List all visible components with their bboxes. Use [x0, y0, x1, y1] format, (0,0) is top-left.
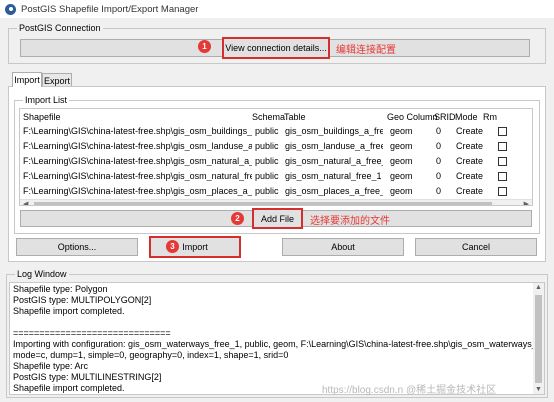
mode-cell: Create	[456, 171, 484, 181]
log-line: Shapefile type: Arc	[13, 361, 89, 371]
table-cell: gis_osm_natural_a_free_1	[285, 156, 383, 166]
schema-cell: public	[255, 186, 279, 196]
log-line: ==============================	[13, 328, 171, 338]
postgis-app-icon	[5, 3, 16, 15]
table-row[interactable]: F:\Learning\GIS\china-latest-free.shp\gi…	[20, 139, 532, 154]
column-header-table[interactable]: Table	[284, 112, 306, 122]
remove-checkbox[interactable]	[498, 157, 507, 166]
import-list-table: Shapefile Schema Table Geo Column SRID M…	[19, 108, 533, 206]
remove-checkbox[interactable]	[498, 142, 507, 151]
scroll-thumb[interactable]	[34, 202, 492, 205]
table-row[interactable]: F:\Learning\GIS\china-latest-free.shp\gi…	[20, 169, 532, 184]
mode-cell: Create	[456, 186, 484, 196]
options-button[interactable]: Options...	[16, 238, 138, 256]
log-text-area[interactable]: Shapefile type: Polygon PostGIS type: MU…	[9, 282, 545, 395]
geo-column-cell: geom	[390, 141, 413, 151]
log-line: PostGIS type: MULTIPOLYGON[2]	[13, 295, 152, 305]
column-header-rm[interactable]: Rm	[483, 112, 497, 122]
geo-column-cell: geom	[390, 186, 413, 196]
import-button[interactable]: Import	[149, 236, 241, 258]
log-line: Importing with configuration: gis_osm_wa…	[13, 339, 545, 349]
schema-cell: public	[255, 156, 279, 166]
schema-cell: public	[255, 141, 279, 151]
import-list-group-title: Import List	[23, 95, 70, 106]
log-window-group-title: Log Window	[15, 269, 69, 280]
log-scroll-thumb[interactable]	[535, 295, 542, 383]
remove-checkbox[interactable]	[498, 172, 507, 181]
table-cell: gis_osm_buildings_a_free_1	[285, 126, 383, 136]
remove-checkbox[interactable]	[498, 127, 507, 136]
shapefile-cell: F:\Learning\GIS\china-latest-free.shp\gi…	[23, 126, 252, 136]
window-title: PostGIS Shapefile Import/Export Manager	[21, 3, 199, 15]
tab-import[interactable]: Import	[12, 72, 42, 87]
scroll-down-icon[interactable]: ▼	[535, 386, 542, 393]
step-3-badge: 3	[166, 240, 179, 253]
srid-cell: 0	[436, 156, 442, 166]
connection-group-title: PostGIS Connection	[17, 23, 103, 34]
column-header-geo-column[interactable]: Geo Column	[387, 112, 438, 122]
log-vertical-scrollbar[interactable]: ▲ ▼	[533, 283, 544, 394]
column-header-schema[interactable]: Schema	[252, 112, 285, 122]
shapefile-cell: F:\Learning\GIS\china-latest-free.shp\gi…	[23, 141, 252, 151]
column-header-shapefile[interactable]: Shapefile	[23, 112, 61, 122]
add-file-annotation: 选择要添加的文件	[310, 216, 390, 227]
srid-cell: 0	[436, 186, 442, 196]
table-row[interactable]: F:\Learning\GIS\china-latest-free.shp\gi…	[20, 124, 532, 139]
scroll-right-icon[interactable]: ▶	[524, 200, 529, 205]
horizontal-scrollbar[interactable]: ◀ ▶	[20, 199, 532, 205]
cancel-button[interactable]: Cancel	[415, 238, 537, 256]
tab-export[interactable]: Export	[42, 73, 72, 87]
step-1-badge: 1	[198, 40, 211, 53]
table-cell: gis_osm_landuse_a_free_1	[285, 141, 383, 151]
title-bar: PostGIS Shapefile Import/Export Manager	[0, 0, 554, 18]
add-file-button[interactable]: Add File	[252, 208, 303, 229]
mode-cell: Create	[456, 156, 484, 166]
srid-cell: 0	[436, 171, 442, 181]
shapefile-cell: F:\Learning\GIS\china-latest-free.shp\gi…	[23, 171, 252, 181]
log-line: Shapefile type: Polygon	[13, 284, 108, 294]
table-row[interactable]: F:\Learning\GIS\china-latest-free.shp\gi…	[20, 184, 532, 199]
schema-cell: public	[255, 171, 279, 181]
shapefile-cell: F:\Learning\GIS\china-latest-free.shp\gi…	[23, 186, 252, 196]
log-line: Shapefile import completed.	[13, 306, 125, 316]
watermark: https://blog.csdn.n @稀土掘金技术社区	[322, 385, 497, 396]
geo-column-cell: geom	[390, 171, 413, 181]
connection-annotation: 编辑连接配置	[336, 45, 396, 56]
schema-cell: public	[255, 126, 279, 136]
column-header-mode[interactable]: Mode	[455, 112, 478, 122]
remove-checkbox[interactable]	[498, 187, 507, 196]
scroll-left-icon[interactable]: ◀	[23, 200, 28, 205]
table-row[interactable]: F:\Learning\GIS\china-latest-free.shp\gi…	[20, 154, 532, 169]
mode-cell: Create	[456, 141, 484, 151]
log-line: mode=c, dump=1, simple=0, geography=0, i…	[13, 350, 289, 360]
about-button[interactable]: About	[282, 238, 404, 256]
srid-cell: 0	[436, 126, 442, 136]
table-cell: gis_osm_natural_free_1	[285, 171, 382, 181]
mode-cell: Create	[456, 126, 484, 136]
table-cell: gis_osm_places_a_free_1	[285, 186, 383, 196]
column-header-srid[interactable]: SRID	[434, 112, 456, 122]
scroll-up-icon[interactable]: ▲	[535, 284, 542, 291]
shapefile-cell: F:\Learning\GIS\china-latest-free.shp\gi…	[23, 156, 252, 166]
geo-column-cell: geom	[390, 156, 413, 166]
step-2-badge: 2	[231, 212, 244, 225]
srid-cell: 0	[436, 141, 442, 151]
view-connection-details-button[interactable]: View connection details...	[222, 37, 330, 59]
geo-column-cell: geom	[390, 126, 413, 136]
